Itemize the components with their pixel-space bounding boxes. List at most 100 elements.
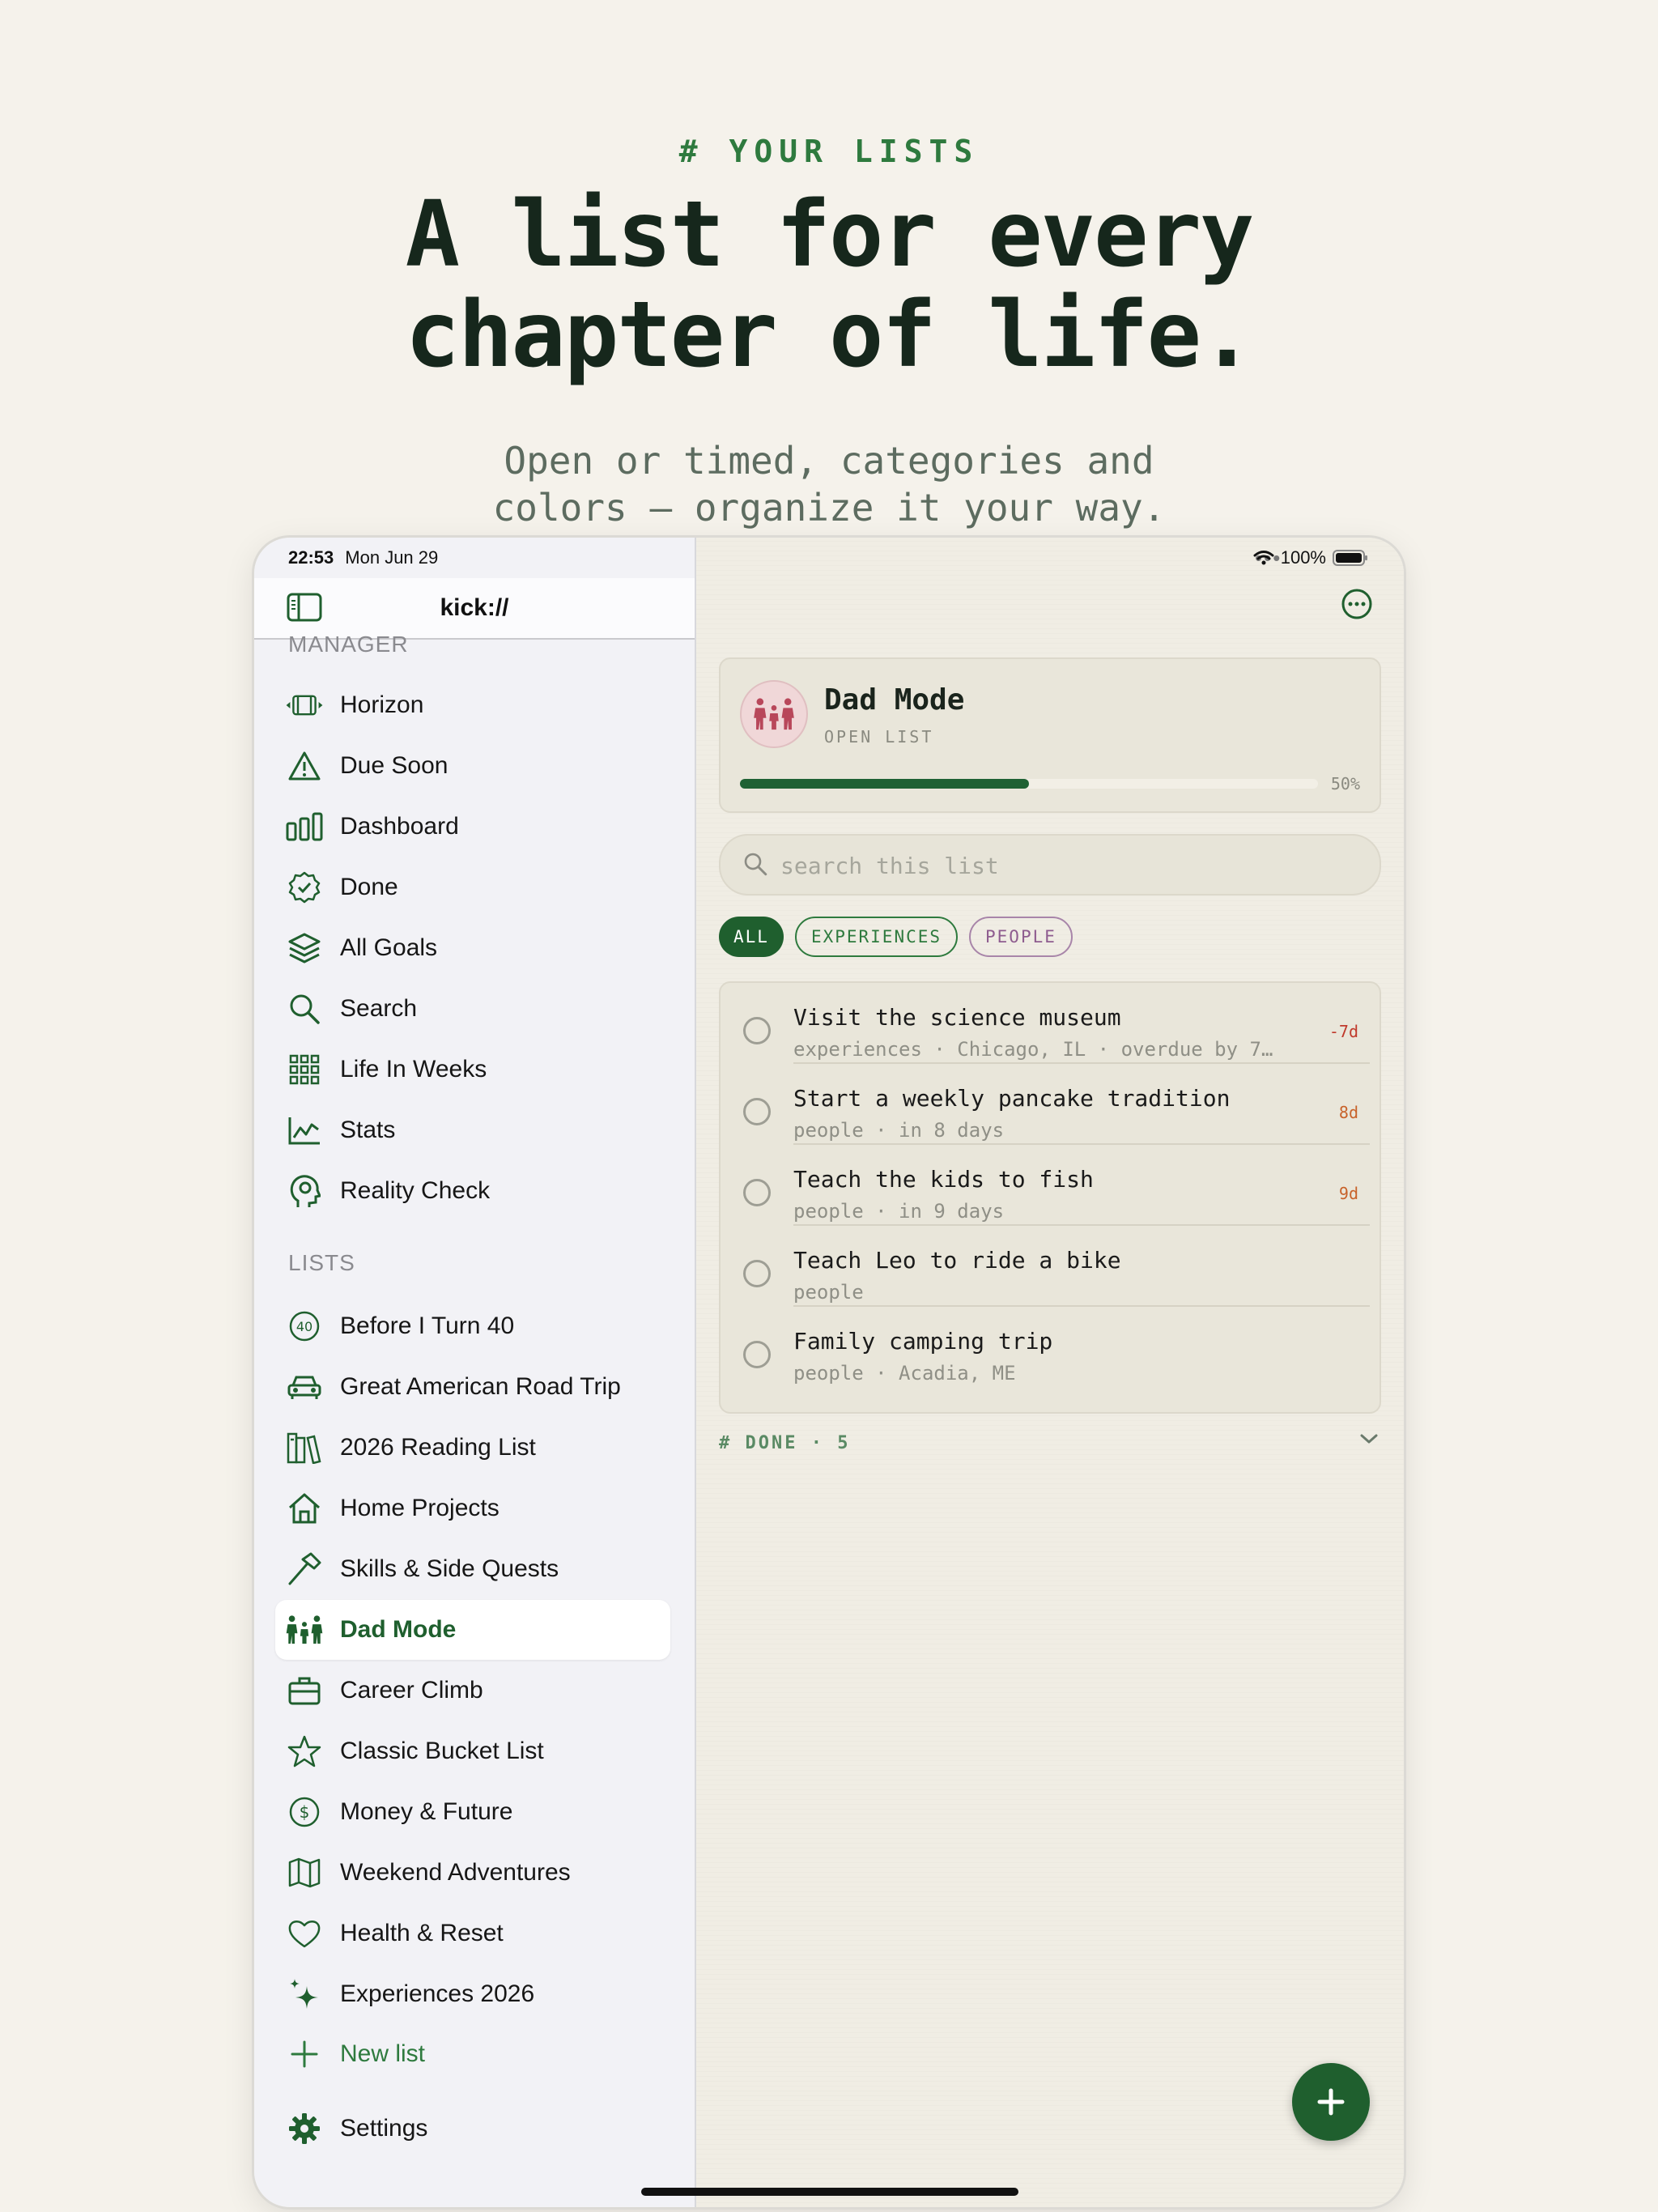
sidebar-item-reality-check[interactable]: Reality Check — [275, 1161, 670, 1221]
goal-title: Teach Leo to ride a bike — [793, 1247, 1121, 1274]
ipad-frame: 22:53 Mon Jun 29 kick:// MANAGER Horizon … — [254, 538, 1404, 2207]
sidebar-item-road-trip[interactable]: Great American Road Trip — [275, 1357, 670, 1417]
hero-subtitle-line1: Open or timed, categories and — [504, 439, 1154, 483]
battery-icon — [1333, 550, 1367, 566]
sidebar-item-label: Experiences 2026 — [340, 1980, 535, 2007]
sidebar-item-label: 2026 Reading List — [340, 1434, 536, 1461]
sidebar-item-label: All Goals — [340, 934, 438, 961]
search-bar[interactable] — [719, 834, 1381, 895]
sidebar-item-dashboard[interactable]: Dashboard — [275, 797, 670, 857]
chart-icon — [285, 1111, 324, 1150]
status-date: Mon Jun 29 — [345, 547, 439, 568]
goal-due-badge: -7d — [1329, 1022, 1358, 1041]
goal-list: Visit the science museum experiences · C… — [719, 981, 1381, 1414]
sidebar-item-health-reset[interactable]: Health & Reset — [275, 1904, 670, 1963]
search-input[interactable] — [779, 847, 1268, 884]
sidebar-item-label: Due Soon — [340, 752, 449, 779]
hero-eyebrow: # YOUR LISTS — [678, 134, 980, 169]
car-icon — [285, 1368, 324, 1406]
svg-text:40: 40 — [296, 1319, 312, 1334]
books-icon — [285, 1428, 324, 1467]
sidebar-item-label: Search — [340, 995, 418, 1022]
list-type: OPEN LIST — [824, 727, 934, 747]
progress-fill — [740, 779, 1029, 789]
goal-checkbox[interactable] — [743, 1179, 771, 1206]
goal-checkbox[interactable] — [743, 1017, 771, 1044]
chevron-down-icon[interactable] — [1358, 1431, 1380, 1450]
goal-title: Family camping trip — [793, 1328, 1053, 1355]
sidebar-item-label: Before I Turn 40 — [340, 1312, 515, 1339]
wifi-icon — [1253, 551, 1274, 565]
goal-row[interactable]: Visit the science museum experiences · C… — [721, 983, 1380, 1064]
goal-checkbox[interactable] — [743, 1098, 771, 1125]
settings-button[interactable]: Settings — [275, 2099, 670, 2159]
section-manager-label: MANAGER — [288, 632, 409, 657]
ellipsis-circle-icon — [1341, 589, 1372, 619]
goal-row[interactable]: Family camping trip people · Acadia, ME — [721, 1307, 1380, 1388]
sidebar-item-weekend-adventures[interactable]: Weekend Adventures — [275, 1843, 670, 1903]
head-icon — [285, 1172, 324, 1210]
list-avatar — [740, 680, 808, 748]
goal-meta: experiences · Chicago, IL · overdue by 7… — [793, 1038, 1273, 1061]
sidebar-item-label: Great American Road Trip — [340, 1373, 621, 1400]
sidebar-item-label: Dad Mode — [340, 1616, 457, 1643]
goal-title: Teach the kids to fish — [793, 1166, 1094, 1193]
add-goal-button[interactable] — [1292, 2063, 1370, 2141]
sidebar-item-stats[interactable]: Stats — [275, 1100, 670, 1160]
goal-checkbox[interactable] — [743, 1341, 771, 1368]
sidebar-item-label: Stats — [340, 1117, 396, 1143]
briefcase-icon — [285, 1671, 324, 1710]
more-options-button[interactable] — [1341, 588, 1373, 624]
progress-bar — [740, 779, 1318, 789]
sidebar-item-all-goals[interactable]: All Goals — [275, 918, 670, 978]
sidebar-item-home-projects[interactable]: Home Projects — [275, 1478, 670, 1538]
new-list-label: New list — [340, 2040, 426, 2067]
goal-row[interactable]: Teach Leo to ride a bike people — [721, 1226, 1380, 1307]
sidebar-item-done[interactable]: Done — [275, 857, 670, 917]
sidebar-item-money-future[interactable]: $ Money & Future — [275, 1782, 670, 1842]
sidebar-item-reading-list[interactable]: 2026 Reading List — [275, 1418, 670, 1478]
dollar-icon: $ — [285, 1793, 324, 1831]
goal-meta: people · in 9 days — [793, 1200, 1005, 1223]
chip-people[interactable]: PEOPLE — [969, 917, 1073, 957]
sidebar-item-horizon[interactable]: Horizon — [275, 675, 670, 735]
dashboard-icon — [285, 807, 324, 846]
hero-title-line2: chapter of life. — [405, 283, 1255, 388]
done-section-header[interactable]: # DONE · 5 — [719, 1433, 850, 1453]
done-badge-icon — [285, 868, 324, 907]
house-icon — [285, 1489, 324, 1528]
goal-due-badge: 8d — [1338, 1103, 1358, 1122]
sidebar-item-label: Skills & Side Quests — [340, 1555, 559, 1582]
sidebar-item-label: Career Climb — [340, 1677, 483, 1704]
plus-icon — [285, 2035, 324, 2074]
sidebar-item-label: Weekend Adventures — [340, 1859, 571, 1886]
sidebar-item-search[interactable]: Search — [275, 979, 670, 1039]
sidebar-item-due-soon[interactable]: Due Soon — [275, 736, 670, 796]
goal-row[interactable]: Start a weekly pancake tradition people … — [721, 1064, 1380, 1145]
svg-text:$: $ — [300, 1802, 310, 1822]
hammer-icon — [285, 1550, 324, 1589]
heart-icon — [285, 1914, 324, 1953]
sidebar-item-experiences-2026[interactable]: Experiences 2026 — [275, 1964, 670, 2024]
sidebar-item-bucket-list[interactable]: Classic Bucket List — [275, 1721, 670, 1781]
sidebar-item-skills[interactable]: Skills & Side Quests — [275, 1539, 670, 1599]
warning-icon — [285, 747, 324, 785]
chip-experiences[interactable]: EXPERIENCES — [794, 917, 959, 957]
goal-title: Visit the science museum — [793, 1004, 1121, 1031]
sidebar-item-label: Home Projects — [340, 1495, 500, 1521]
chip-all[interactable]: ALL — [719, 917, 784, 957]
battery-percent: 100% — [1280, 547, 1326, 568]
sidebar-item-before-i-turn-40[interactable]: 40 Before I Turn 40 — [275, 1296, 670, 1356]
sidebar-item-label: Horizon — [340, 691, 424, 718]
status-indicators: 100% — [1253, 547, 1368, 568]
sidebar-item-dad-mode[interactable]: Dad Mode — [275, 1600, 670, 1660]
goal-row[interactable]: Teach the kids to fish people · in 9 day… — [721, 1145, 1380, 1226]
list-header-card: Dad Mode OPEN LIST 50% — [719, 657, 1381, 813]
sidebar-item-label: Life In Weeks — [340, 1056, 487, 1083]
search-icon — [285, 989, 324, 1028]
new-list-button[interactable]: New list — [275, 2024, 670, 2084]
sidebar-item-career-climb[interactable]: Career Climb — [275, 1661, 670, 1721]
horizon-icon — [285, 686, 324, 725]
goal-checkbox[interactable] — [743, 1260, 771, 1287]
sidebar-item-life-in-weeks[interactable]: Life In Weeks — [275, 1040, 670, 1100]
